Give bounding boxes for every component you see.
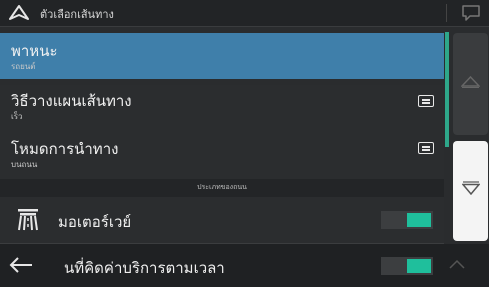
navigation-mode-row[interactable]: โหมดการนำทาง บนถนน [0, 131, 444, 180]
motorway-toggle[interactable] [381, 211, 433, 229]
time-charged-roads-label: นที่คิดค่าบริการตามเวลา [64, 259, 225, 277]
list-icon [418, 142, 434, 154]
planning-method-row[interactable]: วิธีวางแผนเส้นทาง เร็ว [0, 85, 444, 132]
navigation-arrow-icon[interactable] [8, 4, 30, 22]
toggle-knob [407, 213, 431, 227]
motorway-label: มอเตอร์เวย์ [58, 213, 132, 231]
road-types-section-header: ประเภทของถนน [0, 179, 444, 197]
vehicle-value: รถยนต์ [11, 62, 36, 71]
motorway-row[interactable]: มอเตอร์เวย์ [0, 197, 444, 244]
chevron-up-icon[interactable] [448, 258, 466, 270]
navigation-mode-value: บนถนน [11, 160, 38, 169]
list-icon [418, 95, 434, 107]
time-charged-roads-toggle[interactable] [381, 257, 433, 275]
toggle-knob [407, 259, 431, 273]
planning-method-label: วิธีวางแผนเส้นทาง [11, 92, 132, 110]
scroll-down-button[interactable] [453, 141, 488, 241]
page-title: ตัวเลือกเส้นทาง [40, 8, 114, 21]
divider [446, 4, 447, 22]
scroll-up-button[interactable] [453, 33, 488, 135]
motorway-icon [18, 209, 38, 231]
back-arrow-icon[interactable] [6, 254, 36, 276]
section-header-label: ประเภทของถนน [197, 183, 247, 191]
scroll-panel [445, 27, 489, 244]
top-bar: ตัวเลือกเส้นทาง [0, 0, 489, 27]
bottom-bar: นที่คิดค่าบริการตามเวลา [0, 244, 489, 287]
vehicle-row[interactable]: พาหนะ รถยนต์ [0, 33, 444, 79]
speech-bubble-icon[interactable] [460, 3, 482, 23]
planning-method-value: เร็ว [11, 112, 23, 121]
triangle-up-icon [461, 76, 480, 88]
scroll-track[interactable] [445, 32, 449, 147]
triangle-down-icon [462, 181, 480, 195]
